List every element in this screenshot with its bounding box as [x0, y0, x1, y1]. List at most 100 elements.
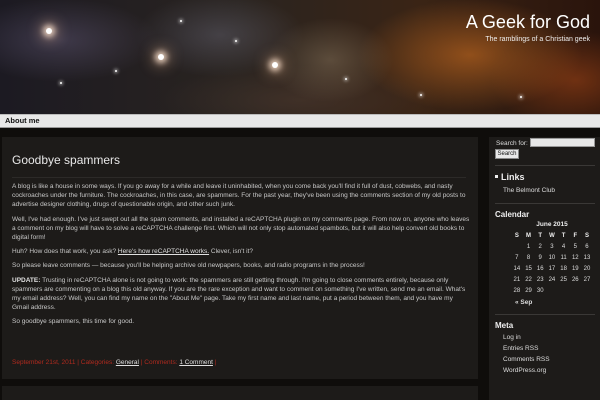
- meta-link-log-in[interactable]: Log in: [503, 334, 550, 345]
- meta-link-comments-rss[interactable]: Comments RSS: [503, 356, 550, 367]
- nav-bar: About me: [0, 114, 600, 128]
- calendar-day: 17: [548, 266, 556, 272]
- meta-link-entries-rss[interactable]: Entries RSS: [503, 345, 550, 356]
- calendar-day: 10: [548, 255, 556, 261]
- post-meta: September 21st, 2011 | Categories: Gener…: [12, 359, 216, 366]
- post-text: Trusting in reCAPTCHA alone is not going…: [12, 276, 466, 312]
- post-body: A blog is like a house in some ways. If …: [12, 182, 470, 332]
- calendar-day: [558, 286, 570, 297]
- calendar-day: [569, 286, 581, 297]
- calendar-day: 9: [538, 255, 542, 261]
- calendar-day: 30: [536, 288, 544, 294]
- star-decoration: [520, 96, 522, 98]
- site-title[interactable]: A Geek for God: [466, 12, 590, 33]
- weekday-label: W: [549, 233, 555, 239]
- star-decoration: [115, 70, 117, 72]
- calendar-day: 1: [526, 244, 531, 250]
- calendar-day: 25: [560, 277, 567, 283]
- calendar-day: 7: [515, 255, 519, 261]
- calendar-day: 5: [573, 244, 577, 250]
- calendar-day: 8: [526, 255, 531, 261]
- weekday-label: M: [526, 233, 532, 239]
- calendar-day: 28: [513, 288, 521, 294]
- calendar-day: 23: [536, 277, 544, 283]
- meta-separator: | Categories:: [75, 359, 116, 366]
- category-link[interactable]: General: [116, 359, 139, 366]
- site-header: A Geek for God The ramblings of a Christ…: [0, 0, 600, 114]
- star-decoration: [272, 62, 278, 68]
- calendar-week: 28 29 30: [511, 286, 593, 297]
- calendar-day: 14: [513, 266, 521, 272]
- calendar-day: 19: [571, 266, 579, 272]
- sidebar: Search for: Search Links The Belmont Clu…: [489, 137, 600, 400]
- divider: [12, 177, 466, 178]
- divider: [495, 314, 595, 315]
- search-label: Search for:: [496, 140, 528, 147]
- calendar-day: 12: [571, 255, 579, 261]
- star-decoration: [60, 82, 62, 84]
- search-button[interactable]: Search: [495, 149, 519, 159]
- update-label: UPDATE:: [12, 276, 41, 284]
- calendar-day: 6: [585, 244, 589, 250]
- calendar-week: 1 2 3 4 5 6: [511, 242, 593, 253]
- post-date: September 21st, 2011: [12, 359, 76, 366]
- post-paragraph: UPDATE: Trusting in reCAPTCHA alone is n…: [12, 276, 470, 313]
- star-decoration: [180, 20, 182, 22]
- calendar-prev-link[interactable]: « Sep: [515, 299, 532, 306]
- divider: [495, 203, 595, 204]
- link-belmont-club[interactable]: The Belmont Club: [503, 187, 555, 194]
- calendar-day: 22: [525, 277, 532, 283]
- calendar-day: 18: [560, 266, 567, 272]
- weekday-label: S: [514, 233, 519, 239]
- calendar-day: [511, 242, 523, 253]
- calendar-day: 16: [536, 266, 544, 272]
- calendar-day: 29: [525, 288, 532, 294]
- star-decoration: [158, 54, 164, 60]
- post-paragraph: So goodbye spammers, this time for good.: [12, 318, 135, 326]
- main-content: Goodbye spammers A blog is like a house …: [2, 137, 478, 379]
- calendar-day: 26: [571, 277, 579, 283]
- calendar-week: 21 22 23 24 25 26 27: [511, 275, 593, 286]
- post-paragraph: Well, I've had enough. I've just swept o…: [12, 215, 470, 242]
- calendar-day: [546, 286, 558, 297]
- calendar-day: 24: [548, 277, 556, 283]
- calendar-day: 11: [560, 255, 567, 261]
- recaptcha-link[interactable]: Here's how reCAPTCHA works.: [118, 248, 209, 255]
- calendar: June 2015 S M T W T F S 1 2 3 4 5 6 7 8 …: [511, 221, 593, 297]
- site-tagline: The ramblings of a Christian geek: [485, 36, 590, 43]
- star-decoration: [46, 28, 52, 34]
- calendar-week: 14 15 16 17 18 19 20: [511, 264, 593, 275]
- meta-link-wordpress[interactable]: WordPress.org: [503, 367, 550, 378]
- calendar-day: 2: [538, 244, 542, 250]
- star-decoration: [345, 78, 347, 80]
- weekday-label: T: [538, 233, 543, 239]
- post-title[interactable]: Goodbye spammers: [12, 153, 120, 167]
- meta-list: Log in Entries RSS Comments RSS WordPres…: [503, 334, 550, 378]
- calendar-heading: Calendar: [495, 210, 530, 219]
- meta-separator: |: [212, 359, 217, 366]
- calendar-day: 27: [583, 277, 591, 283]
- post-text: Huh? How does that work, you ask?: [12, 248, 118, 256]
- calendar-day: 3: [550, 244, 554, 250]
- calendar-day: 4: [561, 244, 566, 250]
- nav-item-about-me[interactable]: About me: [5, 116, 40, 125]
- star-decoration: [420, 94, 422, 96]
- weekday-label: F: [573, 233, 578, 239]
- comments-link[interactable]: 1 Comment: [179, 359, 213, 366]
- star-decoration: [235, 40, 237, 42]
- weekday-label: S: [584, 233, 589, 239]
- next-post-panel: [2, 386, 478, 400]
- divider: [495, 165, 595, 166]
- calendar-day: 21: [513, 277, 521, 283]
- calendar-day: 20: [583, 266, 591, 272]
- links-heading: Links: [495, 172, 525, 182]
- post-paragraph: Huh? How does that work, you ask? Here's…: [12, 247, 470, 256]
- calendar-day: 13: [583, 255, 591, 261]
- post-paragraph: So please leave comments — because you'l…: [12, 262, 365, 270]
- weekday-label: T: [561, 233, 566, 239]
- post-text: Clever, isn't it?: [209, 248, 253, 256]
- calendar-day: 15: [525, 266, 532, 272]
- calendar-week: 7 8 9 10 11 12 13: [511, 253, 593, 264]
- meta-heading: Meta: [495, 321, 514, 330]
- search-input[interactable]: [530, 138, 595, 147]
